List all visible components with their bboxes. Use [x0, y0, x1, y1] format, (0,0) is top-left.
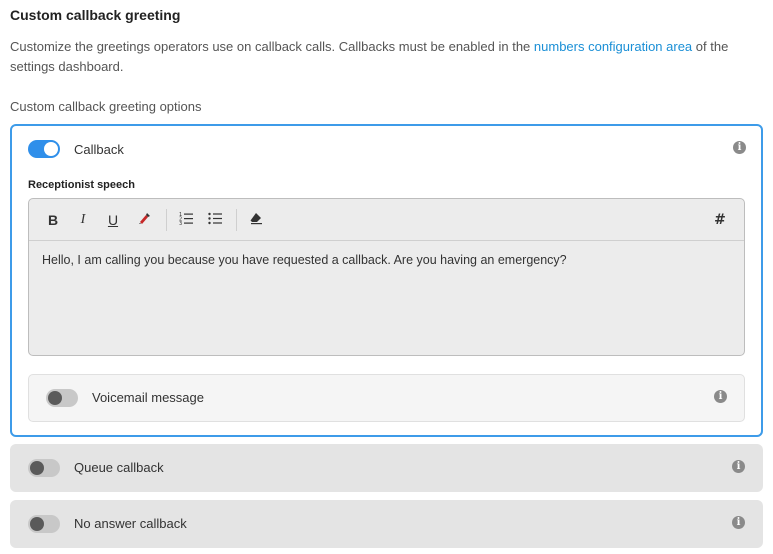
toolbar-separator [236, 209, 237, 231]
ordered-list-icon[interactable]: 123 [178, 211, 194, 229]
voicemail-label: Voicemail message [92, 390, 204, 405]
queue-callback-card: Queue callback i [10, 444, 763, 492]
bold-icon[interactable]: B [46, 211, 60, 229]
eraser-icon[interactable] [248, 211, 264, 229]
info-icon[interactable]: i [714, 390, 727, 403]
underline-icon[interactable]: U [106, 211, 120, 229]
svg-text:3: 3 [179, 221, 182, 225]
no-answer-callback-card: No answer callback i [10, 500, 763, 548]
page-title: Custom callback greeting [10, 7, 181, 23]
toggle-knob [44, 142, 58, 156]
italic-icon[interactable]: I [76, 211, 90, 229]
options-label: Custom callback greeting options [10, 99, 202, 114]
toggle-knob [48, 391, 62, 405]
description-text-start: Customize the greetings operators use on… [10, 39, 534, 54]
receptionist-speech-label: Receptionist speech [28, 179, 135, 191]
info-icon[interactable]: i [732, 516, 745, 529]
voicemail-toggle[interactable] [46, 389, 78, 407]
no-answer-callback-label: No answer callback [74, 516, 187, 531]
bullet-list-icon[interactable] [207, 211, 223, 229]
callback-toggle[interactable] [28, 140, 60, 158]
info-icon[interactable]: i [733, 141, 746, 154]
toolbar-separator [166, 209, 167, 231]
editor-toolbar: B I U 123 # [29, 199, 744, 241]
voicemail-message-row: Voicemail message i [28, 374, 745, 422]
queue-callback-toggle[interactable] [28, 459, 60, 477]
receptionist-speech-text[interactable]: Hello, I am calling you because you have… [42, 253, 567, 267]
callback-card: Callback i Receptionist speech B I U 123… [10, 124, 763, 437]
hashtag-icon[interactable]: # [712, 211, 728, 229]
no-answer-callback-toggle[interactable] [28, 515, 60, 533]
receptionist-speech-editor[interactable]: B I U 123 # Hello, I am calling you beca… [28, 198, 745, 356]
queue-callback-label: Queue callback [74, 460, 164, 475]
toggle-knob [30, 517, 44, 531]
highlight-icon[interactable] [136, 211, 152, 229]
numbers-configuration-link[interactable]: numbers configuration area [534, 39, 692, 54]
callback-label: Callback [74, 142, 124, 157]
page-description: Customize the greetings operators use on… [10, 37, 765, 77]
toggle-knob [30, 461, 44, 475]
info-icon[interactable]: i [732, 460, 745, 473]
